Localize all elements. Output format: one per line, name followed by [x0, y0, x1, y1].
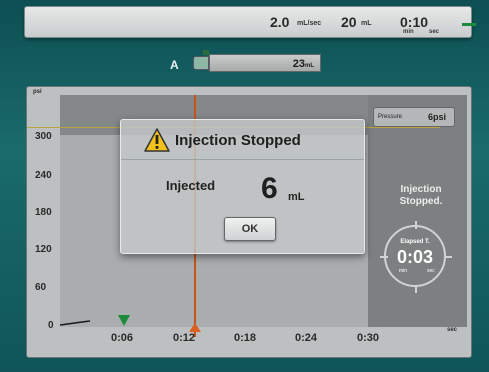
y-tick: 0 [48, 320, 54, 331]
elapsed-sec-label: sec [427, 268, 435, 274]
injection-stopped-dialog: Injection Stopped Injected 6 mL OK [120, 119, 365, 254]
syringe-a[interactable]: 23mL [193, 50, 323, 74]
y-tick: 60 [35, 282, 47, 293]
y-axis-unit: psi [33, 89, 42, 95]
status-line-1: Injection [400, 184, 442, 195]
duration-sec-label: sec [429, 29, 440, 35]
current-time-marker-icon [189, 323, 201, 332]
ok-button[interactable]: OK [224, 217, 276, 241]
injected-label: Injected [166, 178, 216, 193]
x-tick: 0:30 [357, 332, 380, 344]
x-tick: 0:24 [295, 332, 318, 344]
syringe-volume: 23 [292, 58, 305, 70]
elapsed-time-dial: Elapsed T. 0:03 min sec [380, 221, 452, 293]
elapsed-label: Elapsed T. [400, 239, 430, 245]
injected-unit: mL [288, 191, 305, 203]
injection-parameters-bar: 2.0 mL/sec 20 mL 0:10 min sec [24, 6, 476, 38]
flow-rate-unit: mL/sec [297, 20, 322, 27]
injected-value: 6 [261, 172, 278, 205]
elapsed-value: 0:03 [396, 247, 434, 267]
syringe-label: A [170, 58, 179, 72]
syringe-barrel: 23mL [209, 54, 321, 72]
status-indicator [462, 23, 476, 26]
dialog-header: Injection Stopped [121, 120, 364, 160]
x-tick: 0:06 [111, 332, 134, 344]
injection-status: Injection Stopped. [381, 184, 461, 208]
y-tick: 180 [35, 207, 52, 218]
pressure-curve [60, 320, 91, 326]
duration-min-label: min [403, 29, 414, 35]
x-tick: 0:12 [173, 332, 196, 344]
duration-value[interactable]: 0:10 [400, 14, 428, 30]
y-tick: 300 [35, 131, 52, 142]
elapsed-min-label: min [399, 268, 408, 274]
warning-icon [144, 128, 170, 152]
pressure-label: Pressure [378, 114, 403, 120]
y-tick: 120 [35, 244, 52, 255]
pressure-readout: Pressure 6psi [373, 107, 455, 127]
y-tick: 240 [35, 170, 52, 181]
volume-unit: mL [361, 20, 372, 27]
status-column [368, 95, 467, 327]
x-axis-unit: sec [447, 327, 458, 333]
status-line-2: Stopped. [399, 196, 443, 207]
syringe-plunger-icon [193, 56, 209, 70]
flow-rate-value[interactable]: 2.0 [270, 14, 289, 30]
x-tick: 0:18 [234, 332, 257, 344]
dialog-title: Injection Stopped [175, 132, 301, 149]
pressure-value: 6psi [427, 112, 446, 122]
syringe-volume-unit: mL [305, 63, 314, 69]
volume-value[interactable]: 20 [341, 14, 357, 30]
